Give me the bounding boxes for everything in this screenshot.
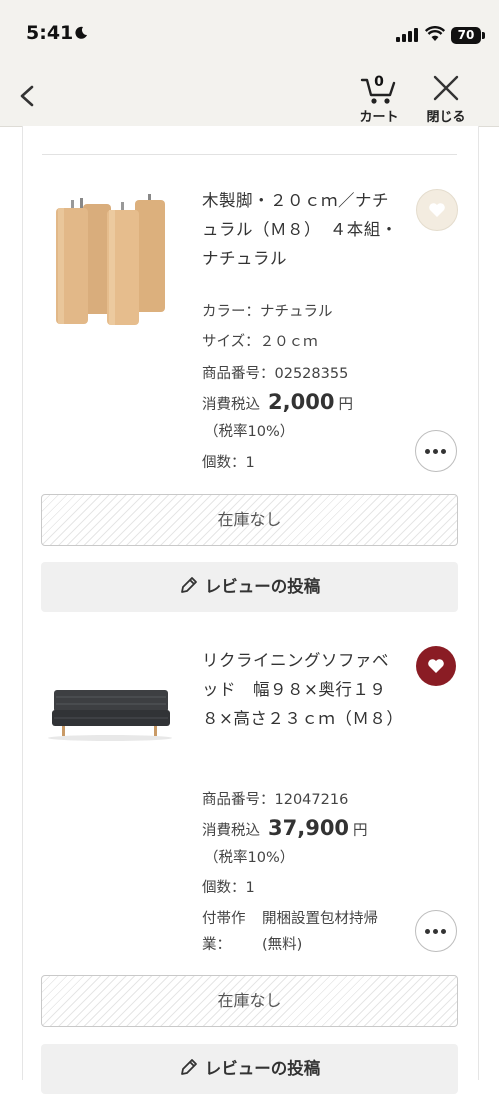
write-review-button[interactable]: レビューの投稿 [41,1044,458,1094]
heart-icon [428,659,444,673]
out-of-stock-button: 在庫なし [41,975,458,1027]
out-of-stock-button: 在庫なし [41,494,458,546]
pencil-icon [180,577,197,593]
price-prefix: 消費税込 [202,823,260,839]
item-size: サイズ：２０ｃｍ [202,334,318,350]
write-review-button[interactable]: レビューの投稿 [41,562,458,612]
product-image-sofa-bed[interactable] [46,680,174,744]
item-title[interactable]: 木製脚・２０ｃｍ／ナチュラル（Ｍ８） ４本組・ナチュラル [202,186,402,273]
item-option-label: 付帯作業： [202,911,246,953]
price-amount: 2,000 [268,390,335,414]
status-bar: 5:41 70 [0,0,499,70]
item-color: カラー：ナチュラル [202,304,333,320]
item-product-number: 商品番号：12047216 [202,792,349,808]
favorite-button[interactable] [416,646,456,686]
item-option-value: 開梱設置包材持帰(無料) [262,911,378,953]
item-product-number: 商品番号：02528355 [202,366,349,382]
favorite-button[interactable] [416,189,458,231]
back-chevron-icon[interactable] [14,82,42,110]
price-unit: 円 [338,397,353,413]
cart-button[interactable]: 0 カート [356,74,402,125]
item-tax-note: （税率10%） [204,424,295,440]
close-label: 閉じる [426,110,466,125]
signal-icon [396,28,418,42]
status-time: 5:41 [26,22,74,44]
more-options-button[interactable] [415,430,457,472]
moon-icon [75,26,87,39]
item-quantity: 個数：1 [202,880,255,896]
price-amount: 37,900 [268,816,350,840]
review-label: レビューの投稿 [204,1059,321,1078]
product-image-wooden-legs[interactable] [50,190,170,330]
top-nav: 0 カート 閉じる [0,70,499,127]
more-options-button[interactable] [415,910,457,952]
item-quantity: 個数：1 [202,455,255,471]
item-title[interactable]: リクライニングソファベッド 幅９８×奥行１９８×高さ２３ｃｍ（Ｍ８） [202,646,403,733]
price-unit: 円 [353,823,368,839]
wifi-icon [425,26,445,41]
price-prefix: 消費税込 [202,397,260,413]
battery-cap [482,32,485,39]
pencil-icon [180,1059,197,1075]
close-icon [433,75,459,101]
close-button[interactable]: 閉じる [423,74,469,125]
cart-label: カート [359,110,399,125]
cart-count: 0 [374,74,384,90]
heart-icon [429,203,445,217]
item-price: 消費税込 2,000 円 [202,390,353,414]
item-price: 消費税込 37,900 円 [202,816,368,840]
battery-indicator: 70 [451,27,481,44]
review-label: レビューの投稿 [204,577,321,596]
item-tax-note: （税率10%） [204,850,295,866]
divider [42,154,457,155]
